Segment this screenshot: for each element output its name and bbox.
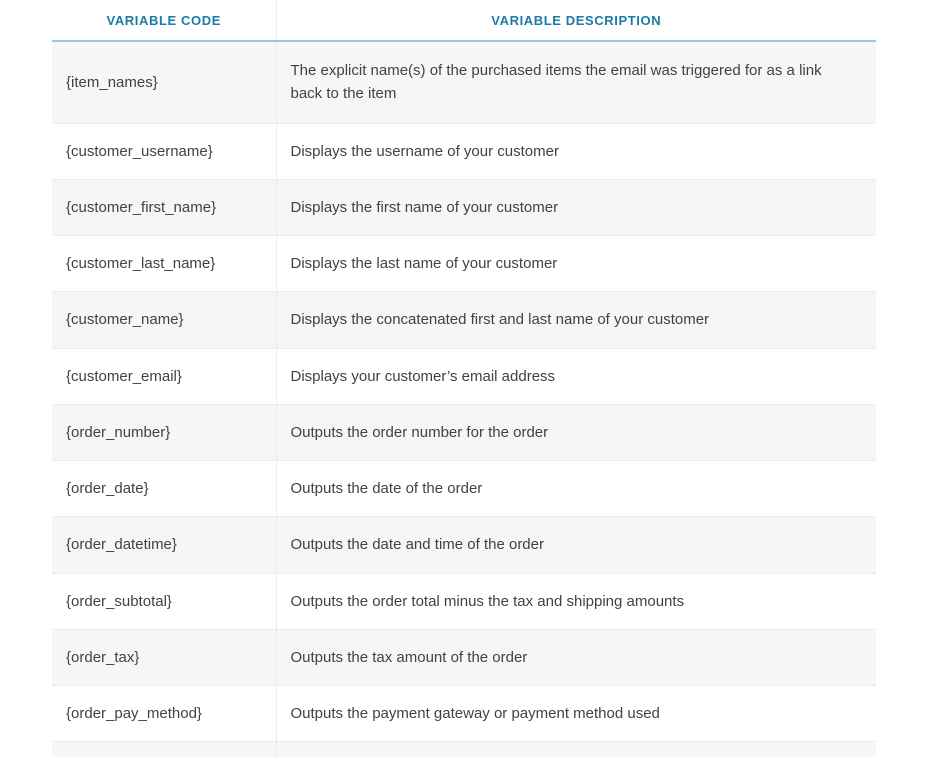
cell-variable-description: Displays the concatenated first and last… bbox=[276, 291, 876, 349]
cell-variable-code: {order_date} bbox=[52, 460, 277, 518]
table-row: {customer_first_name} Displays the first … bbox=[52, 179, 876, 237]
table-row: {customer_username} Displays the username… bbox=[52, 123, 876, 180]
cell-variable-code: {order_pay_method} bbox=[52, 685, 277, 743]
cell-variable-code: {customer_username} bbox=[52, 123, 277, 180]
cell-variable-description: URL for customer to pay their (unpaid – … bbox=[276, 741, 876, 757]
table-row: {order_datetime} Outputs the date and tim… bbox=[52, 516, 876, 574]
table-row: {order_date} Outputs the date of the orde… bbox=[52, 460, 876, 518]
variables-table: VARIABLE CODE VARIABLE DESCRIPTION {item… bbox=[52, 0, 876, 757]
table-row: {customer_email} Displays your customer’s… bbox=[52, 348, 876, 405]
cell-variable-description: Outputs the order number for the order bbox=[276, 404, 876, 462]
table-header: VARIABLE CODE VARIABLE DESCRIPTION bbox=[52, 0, 876, 42]
page-root: VARIABLE CODE VARIABLE DESCRIPTION {item… bbox=[0, 0, 952, 757]
table-row: {order_subtotal} Outputs the order total … bbox=[52, 573, 876, 630]
cell-variable-description: Displays the last name of your customer bbox=[276, 235, 876, 293]
cell-variable-code: {customer_first_name} bbox=[52, 179, 277, 237]
cell-variable-code: {order_pay_url} bbox=[52, 741, 277, 757]
variables-table-container: VARIABLE CODE VARIABLE DESCRIPTION {item… bbox=[52, 0, 876, 757]
table-row: {order_pay_url}URL for customer to pay t… bbox=[52, 741, 876, 757]
cell-variable-code: {item_names} bbox=[52, 41, 277, 124]
column-header-variable-description: VARIABLE DESCRIPTION bbox=[276, 0, 876, 42]
table-row: {order_pay_method} Outputs the payment ga… bbox=[52, 685, 876, 743]
table-row: {order_tax} Outputs the tax amount of the… bbox=[52, 629, 876, 687]
cell-variable-code: {customer_email} bbox=[52, 348, 277, 405]
cell-variable-code: {order_number} bbox=[52, 404, 277, 462]
table-row: {item_names} The explicit name(s) of the … bbox=[52, 41, 876, 124]
cell-variable-description: Displays the username of your customer bbox=[276, 123, 876, 180]
column-header-variable-code: VARIABLE CODE bbox=[52, 0, 277, 42]
cell-variable-description: Displays your customer’s email address bbox=[276, 348, 876, 405]
cell-variable-code: {customer_name} bbox=[52, 291, 277, 349]
cell-variable-description: Outputs the payment gateway or payment m… bbox=[276, 685, 876, 743]
cell-variable-description: Displays the first name of your customer bbox=[276, 179, 876, 237]
cell-variable-code: {order_tax} bbox=[52, 629, 277, 687]
cell-variable-description: Outputs the date of the order bbox=[276, 460, 876, 518]
cell-variable-code: {order_subtotal} bbox=[52, 573, 277, 630]
table-row: {order_number} Outputs the order number f… bbox=[52, 404, 876, 462]
cell-variable-description: Outputs the date and time of the order bbox=[276, 516, 876, 574]
cell-variable-description: Outputs the tax amount of the order bbox=[276, 629, 876, 687]
table-body: {item_names} The explicit name(s) of the … bbox=[52, 41, 876, 757]
cell-variable-code: {order_datetime} bbox=[52, 516, 277, 574]
table-row: {customer_last_name} Displays the last na… bbox=[52, 235, 876, 293]
cell-variable-description: Outputs the order total minus the tax an… bbox=[276, 573, 876, 630]
table-row: {customer_name} Displays the concatenated… bbox=[52, 291, 876, 349]
table-header-row: VARIABLE CODE VARIABLE DESCRIPTION bbox=[52, 0, 876, 42]
cell-variable-code: {customer_last_name} bbox=[52, 235, 277, 293]
cell-variable-description: The explicit name(s) of the purchased it… bbox=[276, 41, 876, 124]
